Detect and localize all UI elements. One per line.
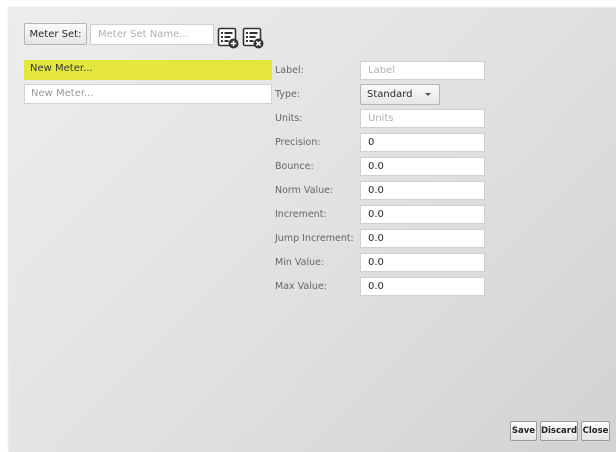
max-value-input[interactable]: 0.0	[360, 277, 485, 296]
meter-editor-panel: Meter Set: Meter Set Name... New Meter..…	[9, 8, 616, 452]
type-field-label: Type:	[275, 89, 301, 100]
jump-increment-input[interactable]: 0.0	[360, 229, 485, 248]
discard-button[interactable]: Discard	[540, 421, 578, 441]
close-button[interactable]: Close	[581, 421, 610, 441]
list-remove-icon[interactable]	[242, 27, 264, 49]
label-field-label: Label:	[275, 65, 304, 76]
jump-increment-field-label: Jump Increment:	[275, 233, 354, 244]
meter-list-item[interactable]: New Meter...	[24, 84, 272, 104]
chevron-down-icon	[425, 93, 431, 96]
min-value-field-label: Min Value:	[275, 257, 325, 268]
units-field-label: Units:	[275, 113, 303, 124]
norm-value-field-label: Norm Value:	[275, 185, 334, 196]
max-value-field-label: Max Value:	[275, 281, 327, 292]
meter-set-label: Meter Set:	[29, 28, 82, 40]
label-input[interactable]: Label	[360, 61, 485, 80]
units-input[interactable]: Units	[360, 109, 485, 128]
meter-set-button[interactable]: Meter Set:	[24, 23, 87, 45]
type-select-value: Standard	[367, 89, 413, 100]
norm-value-input[interactable]: 0.0	[360, 181, 485, 200]
increment-input[interactable]: 0.0	[360, 205, 485, 224]
precision-input[interactable]: 0	[360, 133, 485, 152]
meter-list-item-label: New Meter...	[31, 88, 94, 99]
meter-list-item[interactable]: New Meter...	[24, 60, 272, 80]
bounce-input[interactable]: 0.0	[360, 157, 485, 176]
precision-field-label: Precision:	[275, 137, 321, 148]
increment-field-label: Increment:	[275, 209, 327, 220]
bounce-field-label: Bounce:	[275, 161, 314, 172]
list-add-icon[interactable]	[217, 27, 239, 49]
save-button[interactable]: Save	[510, 421, 537, 441]
type-select[interactable]: Standard	[360, 84, 440, 105]
min-value-input[interactable]: 0.0	[360, 253, 485, 272]
meter-list-item-label: New Meter...	[30, 63, 93, 74]
meter-set-name-input[interactable]: Meter Set Name...	[90, 24, 214, 45]
